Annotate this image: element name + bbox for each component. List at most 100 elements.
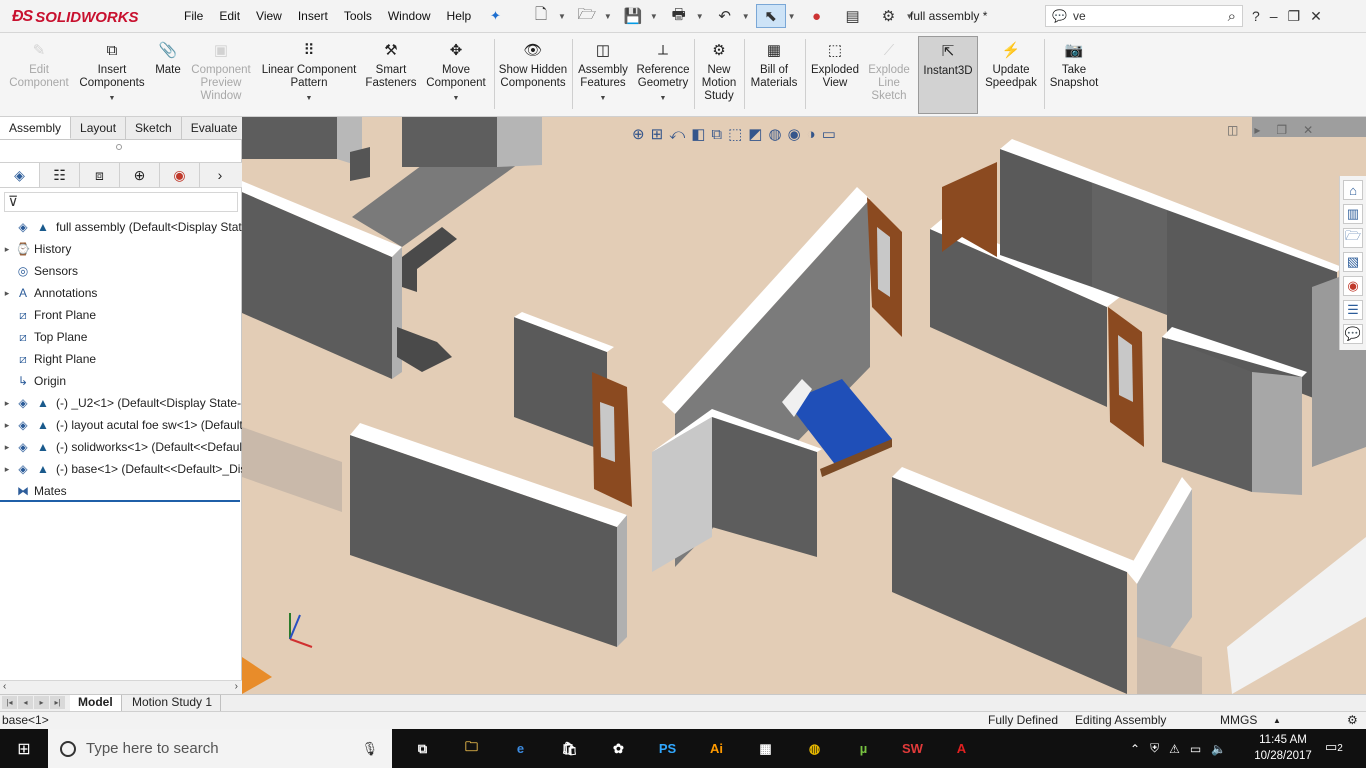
- exploded-view-button[interactable]: ⬚ Exploded View: [808, 39, 862, 90]
- expander[interactable]: ▸: [0, 288, 14, 299]
- tab-model[interactable]: Model: [70, 695, 122, 711]
- calculator-icon[interactable]: ▦: [741, 729, 790, 768]
- chevron-down-icon[interactable]: ▼: [650, 12, 658, 21]
- volume-icon[interactable]: 🔈: [1211, 742, 1226, 756]
- chevron-up-icon[interactable]: ▲: [1273, 716, 1281, 725]
- microphone-icon[interactable]: 🎙: [361, 741, 392, 757]
- menu-window[interactable]: Window: [380, 9, 439, 23]
- feature-manager-tab-icon[interactable]: ◈: [0, 163, 40, 187]
- tab-sketch[interactable]: Sketch: [126, 117, 182, 139]
- tree-item-layout[interactable]: ▸◈▲(-) layout acutal foe sw<1> (Default<…: [0, 414, 242, 436]
- update-speedpak-button[interactable]: ⚡ Update Speedpak: [982, 39, 1040, 90]
- menu-view[interactable]: View: [248, 9, 290, 23]
- tree-filter-field[interactable]: ⊽: [4, 192, 238, 212]
- search-box[interactable]: 💬 ve ⌕: [1045, 5, 1243, 27]
- tree-item-annotations[interactable]: ▸ A Annotations: [0, 282, 242, 304]
- tree-item-history[interactable]: ▸ ⌚ History: [0, 238, 242, 260]
- taskbar-clock[interactable]: 11:45 AM 10/28/2017: [1250, 732, 1316, 764]
- close-icon[interactable]: ✕: [1310, 8, 1322, 25]
- move-component-button[interactable]: ✥ Move Component ▼: [422, 39, 490, 105]
- display-style-icon[interactable]: ◩: [748, 125, 762, 143]
- instant3d-button[interactable]: ⇱ Instant3D: [918, 36, 978, 114]
- last-tab-icon[interactable]: ▸|: [50, 696, 65, 709]
- photoshop-icon[interactable]: PS: [643, 729, 692, 768]
- tree-item-origin[interactable]: ↳ Origin: [0, 370, 242, 392]
- chrome-icon[interactable]: ◍: [790, 729, 839, 768]
- minimize-icon[interactable]: –: [1270, 8, 1278, 24]
- help-button[interactable]: ?: [1252, 8, 1260, 24]
- view-settings-icon[interactable]: ▭: [822, 125, 836, 143]
- utorrent-icon[interactable]: µ: [839, 729, 888, 768]
- save-icon[interactable]: 💾: [618, 4, 648, 28]
- taskbar-search[interactable]: Type here to search 🎙: [48, 729, 392, 768]
- show-hidden-components-button[interactable]: 👁 Show Hidden Components: [498, 39, 568, 90]
- design-library-icon[interactable]: ▥: [1343, 204, 1363, 224]
- prev-tab-icon[interactable]: ◂: [18, 696, 33, 709]
- menu-tools[interactable]: Tools: [336, 9, 380, 23]
- windows-start-icon[interactable]: ⊞: [0, 729, 48, 768]
- new-motion-study-button[interactable]: ⚙ New Motion Study: [697, 39, 741, 103]
- customize-status-icon[interactable]: ⚙: [1347, 713, 1358, 727]
- chevron-left-icon[interactable]: ‹: [3, 681, 6, 692]
- viewport-minimize-icon[interactable]: ◫: [1227, 123, 1238, 137]
- tab-layout[interactable]: Layout: [71, 117, 127, 139]
- tree-rollback-bar[interactable]: [0, 500, 240, 502]
- paint-icon[interactable]: ✿: [594, 729, 643, 768]
- menu-edit[interactable]: Edit: [211, 9, 248, 23]
- explode-line-sketch-button[interactable]: ⟋ Explode Line Sketch: [864, 39, 914, 103]
- viewport-close-icon[interactable]: ✕: [1303, 123, 1313, 137]
- tree-item-u2[interactable]: ▸ ◈ ▲ (-) _U2<1> (Default<Display State-1>): [0, 392, 242, 414]
- chevron-down-icon[interactable]: ▼: [742, 12, 750, 21]
- tree-item-sensors[interactable]: ◎ Sensors: [0, 260, 242, 282]
- view-palette-icon[interactable]: ▧: [1343, 252, 1363, 272]
- menu-file[interactable]: File: [176, 9, 211, 23]
- viewport-restore-icon[interactable]: ▸: [1254, 123, 1260, 137]
- custom-properties-icon[interactable]: ☰: [1343, 300, 1363, 320]
- restore-icon[interactable]: ❐: [1288, 8, 1301, 25]
- previous-view-icon[interactable]: ⤺: [669, 126, 685, 143]
- security-icon[interactable]: ⛨: [1150, 741, 1159, 756]
- print-icon[interactable]: 🖶: [664, 4, 694, 28]
- chevron-right-icon[interactable]: ›: [200, 163, 240, 187]
- expander[interactable]: ▸: [0, 420, 14, 431]
- first-tab-icon[interactable]: |◂: [2, 696, 17, 709]
- menu-help[interactable]: Help: [439, 9, 480, 23]
- options-gear-icon[interactable]: ⚙: [874, 4, 904, 28]
- tree-item-full-assembly[interactable]: ◈▲full assembly (Default<Display State-1…: [0, 216, 242, 238]
- linear-pattern-button[interactable]: ⠿ Linear Component Pattern ▼: [258, 39, 360, 105]
- dimxpert-manager-tab-icon[interactable]: ⊕: [120, 163, 160, 187]
- tree-item-front-plane[interactable]: ⧄ Front Plane: [0, 304, 242, 326]
- zoom-to-fit-icon[interactable]: ⊕: [632, 125, 645, 143]
- pin-icon[interactable]: ✦: [490, 8, 504, 23]
- property-manager-tab-icon[interactable]: ☷: [40, 163, 80, 187]
- search-input[interactable]: ve: [1073, 9, 1222, 23]
- tree-item-solidworks[interactable]: ▸◈▲(-) solidworks<1> (Default<<Default>_…: [0, 436, 242, 458]
- chevron-down-icon[interactable]: ▼: [558, 12, 566, 21]
- tree-item-top-plane[interactable]: ⧄ Top Plane: [0, 326, 242, 348]
- tab-assembly[interactable]: Assembly: [0, 117, 72, 139]
- tree-item-mates[interactable]: ⧓ Mates: [0, 480, 242, 502]
- viewport-maximize-icon[interactable]: ❐: [1276, 123, 1287, 137]
- select-cursor-icon[interactable]: ⬉: [755, 4, 786, 28]
- dynamic-annotation-icon[interactable]: ⧉: [711, 126, 722, 143]
- expander[interactable]: ▸: [0, 244, 14, 255]
- chevron-down-icon[interactable]: ▼: [696, 12, 704, 21]
- open-folder-icon[interactable]: 🗁: [572, 4, 602, 28]
- bill-of-materials-button[interactable]: ▦ Bill of Materials: [747, 39, 801, 90]
- panel-splitter-handle[interactable]: [116, 144, 122, 150]
- expander[interactable]: ▸: [0, 464, 14, 475]
- illustrator-icon[interactable]: Ai: [692, 729, 741, 768]
- solidworks-app-icon[interactable]: SW: [888, 729, 937, 768]
- tree-item-base[interactable]: ▸◈▲(-) base<1> (Default<<Default>_Displa…: [0, 458, 242, 480]
- component-preview-button[interactable]: ▣ Component Preview Window: [188, 39, 254, 103]
- search-icon[interactable]: ⌕: [1228, 8, 1242, 25]
- taskbar-search-input[interactable]: Type here to search: [86, 740, 351, 757]
- tab-motion-study[interactable]: Motion Study 1: [124, 695, 222, 711]
- expander[interactable]: ▸: [0, 442, 14, 453]
- zoom-to-area-icon[interactable]: ⊞: [651, 125, 664, 143]
- tree-item-right-plane[interactable]: ⧄ Right Plane: [0, 348, 242, 370]
- section-view-icon[interactable]: ◧: [691, 125, 705, 143]
- take-snapshot-button[interactable]: 📷 Take Snapshot: [1046, 39, 1102, 90]
- store-icon[interactable]: 🛍: [545, 729, 594, 768]
- units-selector[interactable]: MMGS: [1220, 713, 1257, 727]
